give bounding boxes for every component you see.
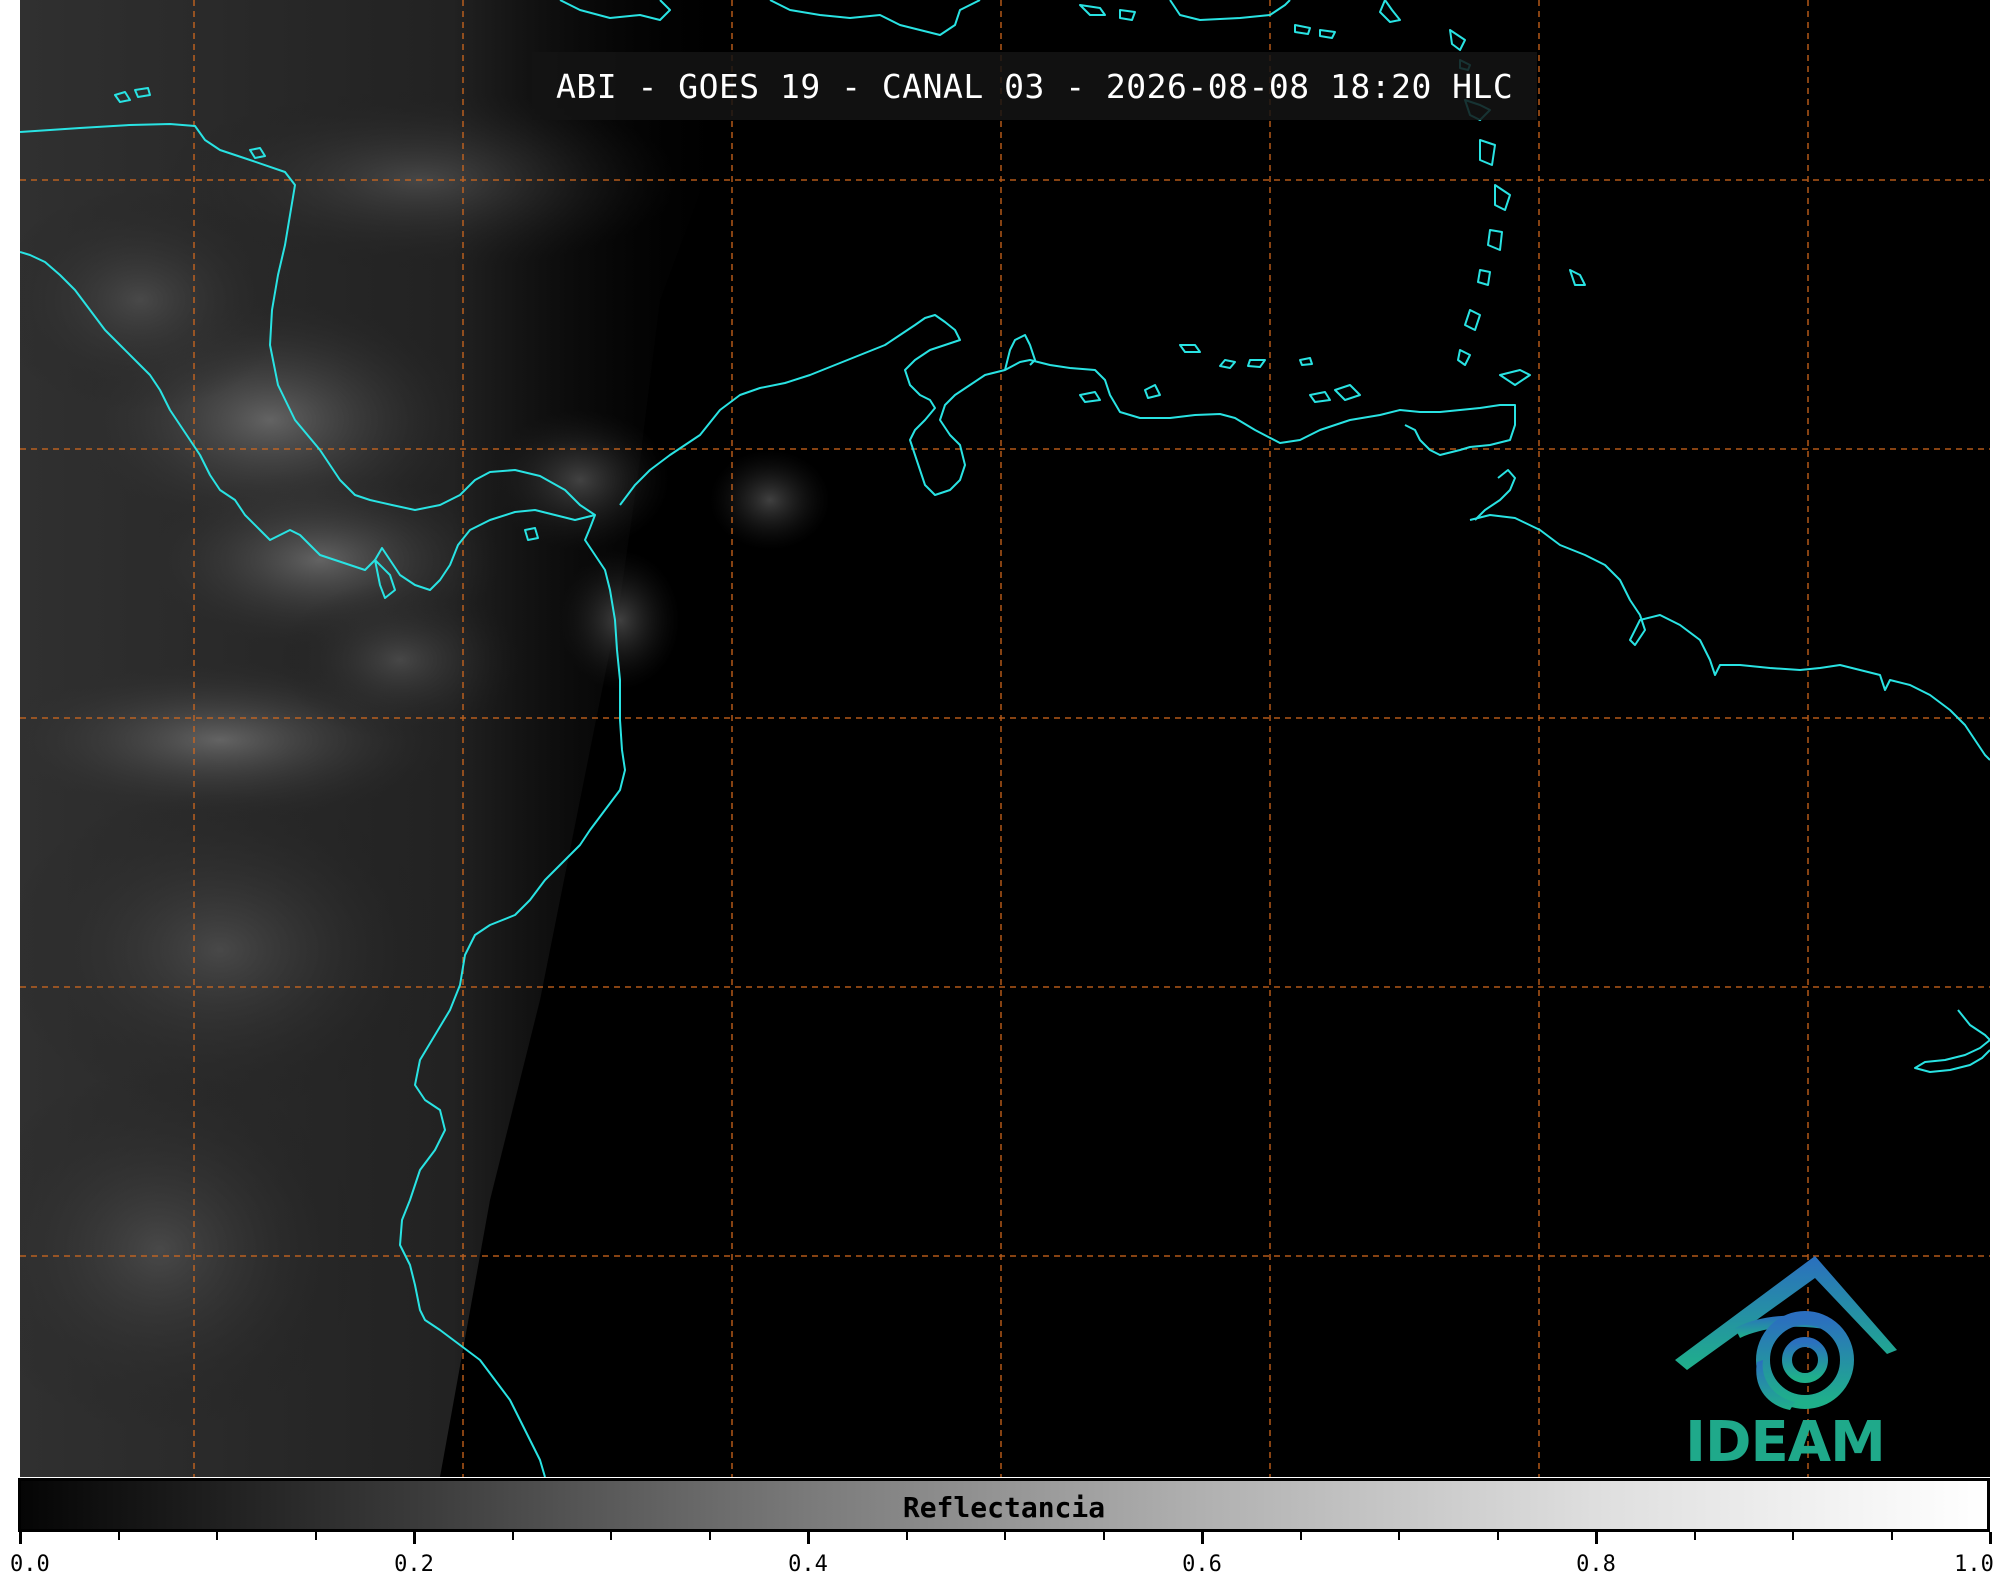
minor-tick [1299, 1532, 1302, 1540]
minor-tick [1102, 1532, 1105, 1540]
colorbar-label: Reflectancia [902, 1491, 1106, 1524]
minor-tick [708, 1532, 711, 1540]
colorbar-tick-label: 0.2 [394, 1552, 434, 1577]
minor-tick [117, 1532, 120, 1540]
minor-tick [1398, 1532, 1400, 1540]
minor-tick [1004, 1532, 1006, 1540]
major-tick [1988, 1532, 1992, 1544]
colorbar-tick-label: 0.6 [1182, 1552, 1222, 1577]
major-tick [412, 1532, 416, 1544]
colorbar-tick-label: 0.0 [10, 1552, 50, 1577]
major-tick [806, 1532, 810, 1544]
colorbar-tick-label: 0.8 [1576, 1552, 1616, 1577]
colorbar-ticks: 0.0 0.2 0.4 0.6 0.8 1.0 [10, 1532, 1994, 1577]
major-tick [18, 1532, 22, 1544]
major-tick [1594, 1532, 1598, 1544]
minor-tick [314, 1532, 317, 1540]
minor-tick [1693, 1532, 1696, 1540]
minor-tick [511, 1532, 514, 1540]
major-tick [1200, 1532, 1204, 1544]
satellite-map: ABI - GOES 19 - CANAL 03 - 2026-08-08 18… [20, 0, 1990, 1477]
title-box: ABI - GOES 19 - CANAL 03 - 2026-08-08 18… [532, 52, 1538, 120]
minor-tick [1496, 1532, 1499, 1540]
minor-tick [216, 1532, 218, 1540]
colorbar: Reflectancia [18, 1478, 1990, 1532]
minor-tick [1792, 1532, 1794, 1540]
minor-tick [905, 1532, 908, 1540]
ideam-logo-text: IDEAM [1685, 1410, 1886, 1475]
minor-tick [1890, 1532, 1893, 1540]
colorbar-tick-label: 0.4 [788, 1552, 828, 1577]
map-title: ABI - GOES 19 - CANAL 03 - 2026-08-08 18… [556, 66, 1514, 106]
colorbar-tick-label: 1.0 [1954, 1552, 1994, 1577]
minor-tick [610, 1532, 612, 1540]
